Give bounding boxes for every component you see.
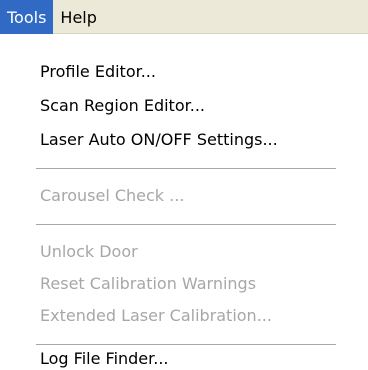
menu-item-extended-laser-calibration: Extended Laser Calibration...: [40, 306, 272, 325]
menu-tools[interactable]: Tools: [0, 0, 54, 34]
menu-item-reset-calibration-warnings: Reset Calibration Warnings: [40, 274, 257, 293]
tools-dropdown-menu: Profile Editor... Scan Region Editor... …: [0, 34, 368, 370]
menu-separator: [36, 168, 336, 170]
menu-item-unlock-door: Unlock Door: [40, 242, 138, 261]
menu-separator: [36, 224, 336, 226]
menu-bar: Tools Help: [0, 0, 368, 34]
menu-separator: [36, 344, 336, 346]
menu-item-laser-auto-settings[interactable]: Laser Auto ON/OFF Settings...: [40, 126, 278, 154]
menu-help[interactable]: Help: [53, 0, 103, 34]
menu-item-profile-editor[interactable]: Profile Editor...: [40, 58, 156, 86]
menu-item-carousel-check: Carousel Check ...: [40, 186, 185, 205]
menu-item-log-file-finder[interactable]: Log File Finder...: [40, 347, 169, 370]
menu-item-scan-region-editor[interactable]: Scan Region Editor...: [40, 92, 205, 120]
